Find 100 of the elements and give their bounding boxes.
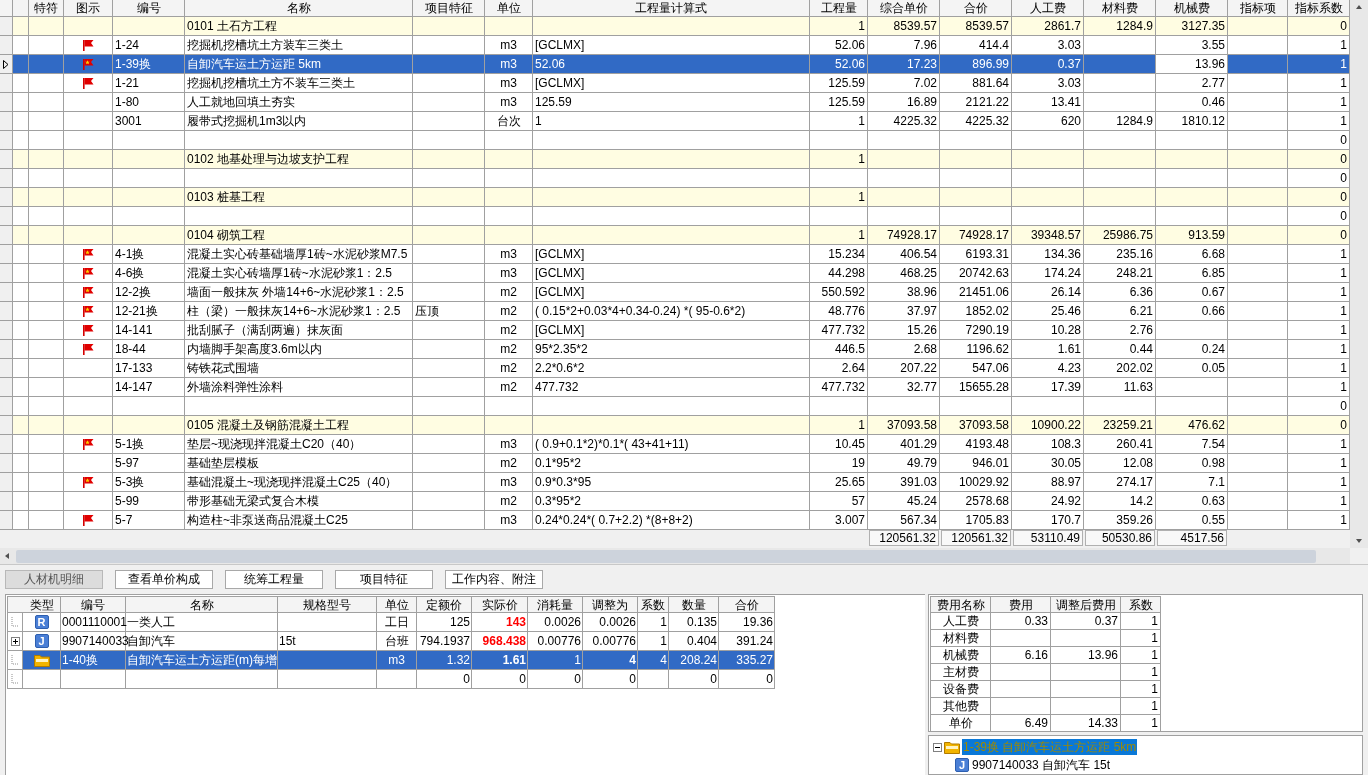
table-row[interactable]: 14-141 批刮腻子（满刮两遍）抹灰面 m2 [GCLMX] 477.732 15.26 7290.19 10.28 2.76 1 [13,321,1350,340]
table-row[interactable]: J 9907140033自卸汽车 15t 台班 794.1937 968.438 0.00776 0.00776 1 0.404 391.24 [23,632,775,651]
table-row[interactable]: 5-7 构造柱~非泵送商品混凝土C25 m3 0.24*0.24*( 0.7+2.2) *(8+8+2) 3.007 567.34 1705.83 170.7 359.26 0.55 1 [13,511,1350,530]
row-pointer-icon [3,59,9,69]
table-cell-text: 0.55 [1200,512,1226,529]
table-row[interactable]: 4-6换 混凝土实心砖墙厚1砖~水泥砂浆1：2.5 m3 [GCLMX] 44.298 468.25 20742.63 174.24 248.21 6.85 1 [13,264,1350,283]
vertical-scrollbar[interactable] [1350,0,1368,548]
table-cell-text: 468.25 [899,265,938,282]
table-row[interactable]: 12-2换 墙面一般抹灰 外墙14+6~水泥砂浆1：2.5 m2 [GCLMX] 550.592 38.96 21451.06 26.14 6.36 0.67 1 [13,283,1350,302]
table-row[interactable]: 5-1换 垫层~现浇现拌混凝土C20（40） m3 ( 0.9+0.1*2)*0.1*( 43+41+11) 10.45 401.29 4193.48 108.3 260.41 7.54 1 [13,435,1350,454]
table-cell-text: 14.2 [1128,493,1154,510]
table-row[interactable]: 0101 土石方工程 1 8539.57 8539.57 2861.7 1284.9 3127.35 0 [13,17,1350,36]
table-cell: 1 [1121,715,1161,732]
table-row[interactable]: 14-147 外墙涂料弹性涂料 m2 477.732 477.732 32.77 15655.28 17.39 11.63 1 [13,378,1350,397]
scrollbar-thumb[interactable] [16,549,1316,563]
table-cell-text: 1 [857,113,866,130]
column-header[interactable]: 费用 [991,597,1051,613]
table-cell-text: 1 [1339,455,1348,472]
table-cell: 1 [1121,664,1161,681]
detail-tab[interactable]: 项目特征 [335,570,433,590]
table-cell-text: 74928.17 [957,227,1010,244]
collapse-icon[interactable] [933,742,942,752]
table-row[interactable]: 5-97 基础垫层模板 m2 0.1*95*2 19 49.79 946.01 30.05 12.08 0.98 1 [13,454,1350,473]
table-cell-text: 12-21换 [114,303,159,320]
table-cell-text: m2 [499,284,518,301]
column-header[interactable]: 系数 [1121,597,1161,613]
table-cell-text: 12.08 [1121,455,1154,472]
table-cell-text: 台次 [495,113,522,130]
starred-flag-icon [81,304,95,318]
table-cell-text: 2.2*0.6*2 [534,360,586,377]
column-header[interactable]: 费用名称 [931,597,991,613]
table-row[interactable]: 1-21 挖掘机挖槽坑土方不装车三类土 m3 [GCLMX] 125.59 7.02 881.64 3.03 2.77 1 [13,74,1350,93]
table-cell-text: 3.55 [1200,37,1226,54]
tree-item[interactable]: 9907140033 自卸汽车 15t [972,757,1111,773]
table-cell-text: 359.26 [1115,512,1154,529]
table-cell-text: 1 [1339,75,1348,92]
table-cell-text: 1 [1339,94,1348,111]
table-cell-text: 混凝土实心砖基础墙厚1砖~水泥砂浆M7.5 [186,246,409,263]
table-row[interactable]: 0105 混凝土及钢筋混凝土工程 1 37093.58 37093.58 10900.22 23259.21 476.62 0 [13,416,1350,435]
row-header[interactable] [0,55,13,74]
table-row[interactable]: 5-99 带形基础无梁式复合木模 m2 0.3*95*2 57 45.24 2578.68 24.92 14.2 0.63 1 [13,492,1350,511]
table-row[interactable]: 0102 地基处理与边坡支护工程 1 0 [13,150,1350,169]
table-cell-text: 25.65 [833,474,866,491]
table-cell-text: 1196.62 [965,341,1010,358]
table-cell-text: [GCLMX] [534,246,586,263]
table-cell: 人工费 [931,613,991,630]
table-cell-text: 406.54 [899,246,938,263]
table-cell-text: 202.02 [1115,360,1154,377]
table-cell-text: 260.41 [1115,436,1154,453]
table-row[interactable]: 0 [13,169,1350,188]
table-row[interactable]: R 0001110001一类人工 工日 125 143 0.0026 0.0026 1 0.135 19.36 [23,613,775,632]
table-cell-text: 18-44 [114,341,147,358]
column-header[interactable]: 调整后费用 [1051,597,1121,613]
table-row[interactable]: 0103 桩基工程 1 0 [13,188,1350,207]
table-row[interactable]: 0 [13,131,1350,150]
table-cell-text: [GCLMX] [534,37,586,54]
table-row[interactable]: 4-1换 混凝土实心砖基础墙厚1砖~水泥砂浆M7.5 m3 [GCLMX] 15.234 406.54 6193.31 134.36 235.16 6.68 1 [13,245,1350,264]
table-cell-text: 0 [1339,18,1348,35]
table-row[interactable]: 12-21换 柱（梁）一般抹灰14+6~水泥砂浆1：2.5 压顶 m2 ( 0.15*2+0.03*4+0.34-0.24) *( 95-0.6*2) 48.776 37.97 1852.02 25.46 6.21 0.66 1 [13,302,1350,321]
empty-cell [991,698,1051,715]
detail-tab[interactable]: 统筹工程量 [225,570,323,590]
table-cell-text: 基础垫层模板 [186,455,260,472]
table-cell-text: m2 [499,303,518,320]
table-cell-text: 1 [1339,322,1348,339]
table-cell: 0.37 [1051,613,1121,630]
table-cell-text: 0.63 [1200,493,1226,510]
table-cell-text: 0101 土石方工程 [186,18,279,35]
table-row[interactable]: 1-80 人工就地回填土夯实 m3 125.59 125.59 16.89 2121.22 13.41 0.46 1 [13,93,1350,112]
table-cell: 1 [1121,647,1161,664]
table-cell-text: 25986.75 [1101,227,1154,244]
table-cell-text: m2 [499,322,518,339]
table-cell-text: 1 [1339,360,1348,377]
table-row[interactable]: 18-44 内墙脚手架高度3.6m以内 m2 95*2.35*2 446.5 2.68 1196.62 1.61 0.44 0.24 1 [13,340,1350,359]
detail-tab[interactable]: 工作内容、附注 [445,570,543,590]
table-row[interactable]: 17-133 铸铁花式围墙 m2 2.2*0.6*2 2.64 207.22 547.06 4.23 202.02 0.05 1 [13,359,1350,378]
table-cell-text: 1.61 [501,652,527,669]
table-row[interactable]: 0 0 0 0 0 0 [23,670,775,689]
table-row[interactable]: 0 [13,207,1350,226]
table-cell-text: 10.45 [833,436,866,453]
table-cell-text: 7290.19 [964,322,1010,339]
expand-icon[interactable] [10,636,20,646]
table-row[interactable]: 0 [13,397,1350,416]
table-row[interactable]: 0104 砌筑工程 1 74928.17 74928.17 39348.57 25986.75 913.59 0 [13,226,1350,245]
empty-cell [1051,630,1121,647]
table-cell-text: 批刮腻子（满刮两遍）抹灰面 [186,322,344,339]
table-row[interactable]: 1-39换 自卸汽车运土方运距 5km m3 52.06 52.06 17.23 896.99 0.37 13.96 1 [13,55,1350,74]
table-cell-text: 1 [1339,37,1348,54]
table-cell-text: 170.7 [1049,512,1082,529]
detail-tab[interactable]: 人材机明细 [5,570,103,590]
table-cell-text: 74928.17 [885,227,938,244]
table-row[interactable]: 3001 履带式挖掘机1m3以内 台次 1 1 4225.32 4225.32 620 1284.9 1810.12 1 [13,112,1350,131]
table-row[interactable]: 1-24 挖掘机挖槽坑土方装车三类土 m3 [GCLMX] 52.06 7.96 414.4 3.03 3.55 1 [13,36,1350,55]
empty-cell [991,681,1051,698]
table-row[interactable]: 1-40换 自卸汽车运土方运距(m)每增 m3 1.32 1.61 1 4 4 208.24 335.27 [23,651,775,670]
table-cell-text: 4225.32 [964,113,1010,130]
table-cell-text: 476.62 [1187,417,1226,434]
table-row[interactable]: 5-3换 基础混凝土~现浇现拌混凝土C25（40） m3 0.9*0.3*95 25.65 391.03 10029.92 88.97 274.17 7.1 1 [13,473,1350,492]
detail-tab[interactable]: 查看单价构成 [115,570,213,590]
table-cell-text: 垫层~现浇现拌混凝土C20（40） [186,436,363,453]
table-cell-text: 0 [1339,227,1348,244]
